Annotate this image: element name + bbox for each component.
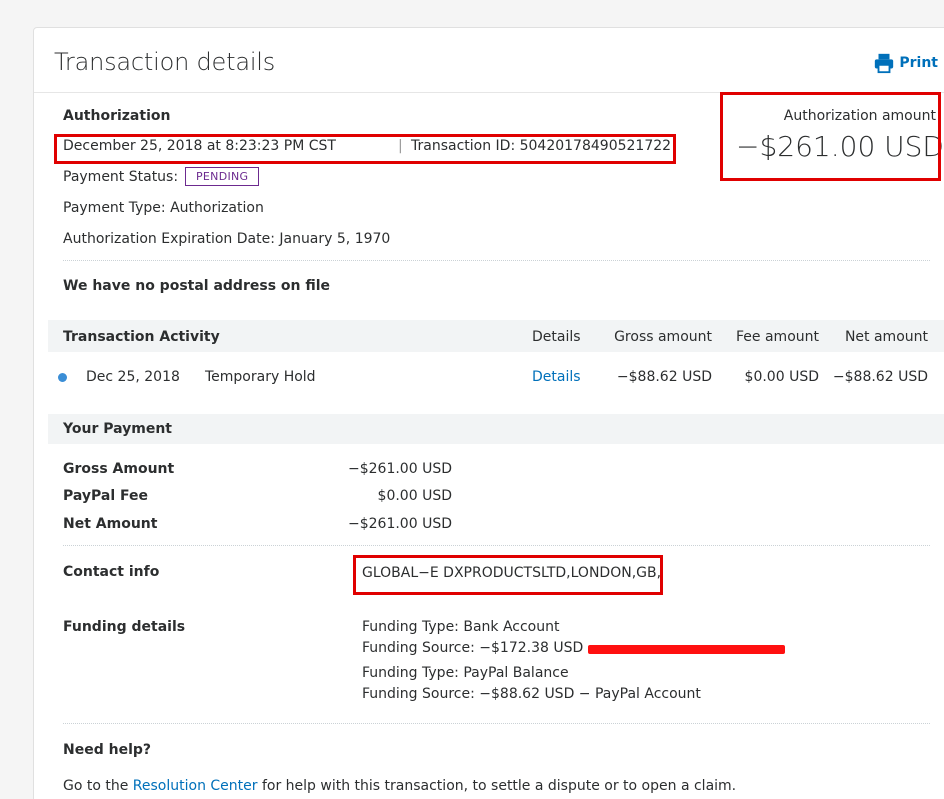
divider: [63, 545, 930, 546]
print-label: Print: [899, 55, 938, 71]
activity-heading: Transaction Activity: [63, 329, 220, 345]
postal-notice: We have no postal address on file: [63, 278, 331, 294]
transaction-details-card: Transaction details Print Authorization …: [33, 27, 944, 799]
col-details: Details: [532, 329, 581, 345]
authorization-heading: Authorization: [63, 108, 171, 124]
payment-header-bar: [48, 414, 944, 444]
resolution-center-link[interactable]: Resolution Center: [133, 778, 258, 794]
col-net: Net amount: [844, 329, 928, 345]
highlight-box-contact: [353, 555, 663, 595]
highlight-box-transaction: [54, 134, 676, 164]
status-badge: PENDING: [185, 167, 260, 186]
activity-description: Temporary Hold: [205, 369, 316, 385]
gross-amount-value: −$261.00 USD: [348, 461, 452, 477]
gross-amount-label: Gross Amount: [63, 461, 175, 477]
help-text: Go to the Resolution Center for help wit…: [63, 778, 736, 794]
activity-net: −$88.62 USD: [832, 369, 928, 385]
divider: [63, 260, 930, 261]
card-header: Transaction details Print: [34, 28, 944, 93]
need-help-heading: Need help?: [63, 742, 152, 758]
payment-heading: Your Payment: [63, 421, 172, 437]
contact-info-label: Contact info: [63, 564, 160, 580]
divider: [63, 723, 930, 724]
funding-source-1: Funding Source: −$172.38 USD −: [362, 640, 600, 656]
paypal-fee-value: $0.00 USD: [377, 488, 452, 504]
activity-fee: $0.00 USD: [744, 369, 819, 385]
redaction-mark: [588, 645, 785, 654]
payment-type: Payment Type: Authorization: [63, 200, 264, 216]
payment-status-label: Payment Status:: [63, 169, 179, 185]
highlight-box-amount: [720, 92, 941, 181]
net-amount-label: Net Amount: [63, 516, 158, 532]
activity-gross: −$88.62 USD: [616, 369, 712, 385]
activity-date: Dec 25, 2018: [86, 369, 180, 385]
col-fee: Fee amount: [736, 329, 819, 345]
funding-type-2: Funding Type: PayPal Balance: [362, 665, 569, 681]
help-text-before: Go to the: [63, 778, 133, 794]
status-dot: [58, 373, 67, 382]
funding-details-label: Funding details: [63, 619, 186, 635]
page-title: Transaction details: [54, 48, 276, 76]
paypal-fee-label: PayPal Fee: [63, 488, 149, 504]
print-button[interactable]: Print: [873, 52, 938, 74]
activity-details-link[interactable]: Details: [532, 369, 581, 385]
funding-source-2: Funding Source: −$88.62 USD − PayPal Acc…: [362, 686, 701, 702]
net-amount-value: −$261.00 USD: [348, 516, 452, 532]
help-text-after: for help with this transaction, to settl…: [257, 778, 737, 794]
authorization-expiration: Authorization Expiration Date: January 5…: [63, 231, 391, 247]
col-gross: Gross amount: [614, 329, 712, 345]
funding-type-1: Funding Type: Bank Account: [362, 619, 560, 635]
printer-icon: [875, 53, 894, 74]
